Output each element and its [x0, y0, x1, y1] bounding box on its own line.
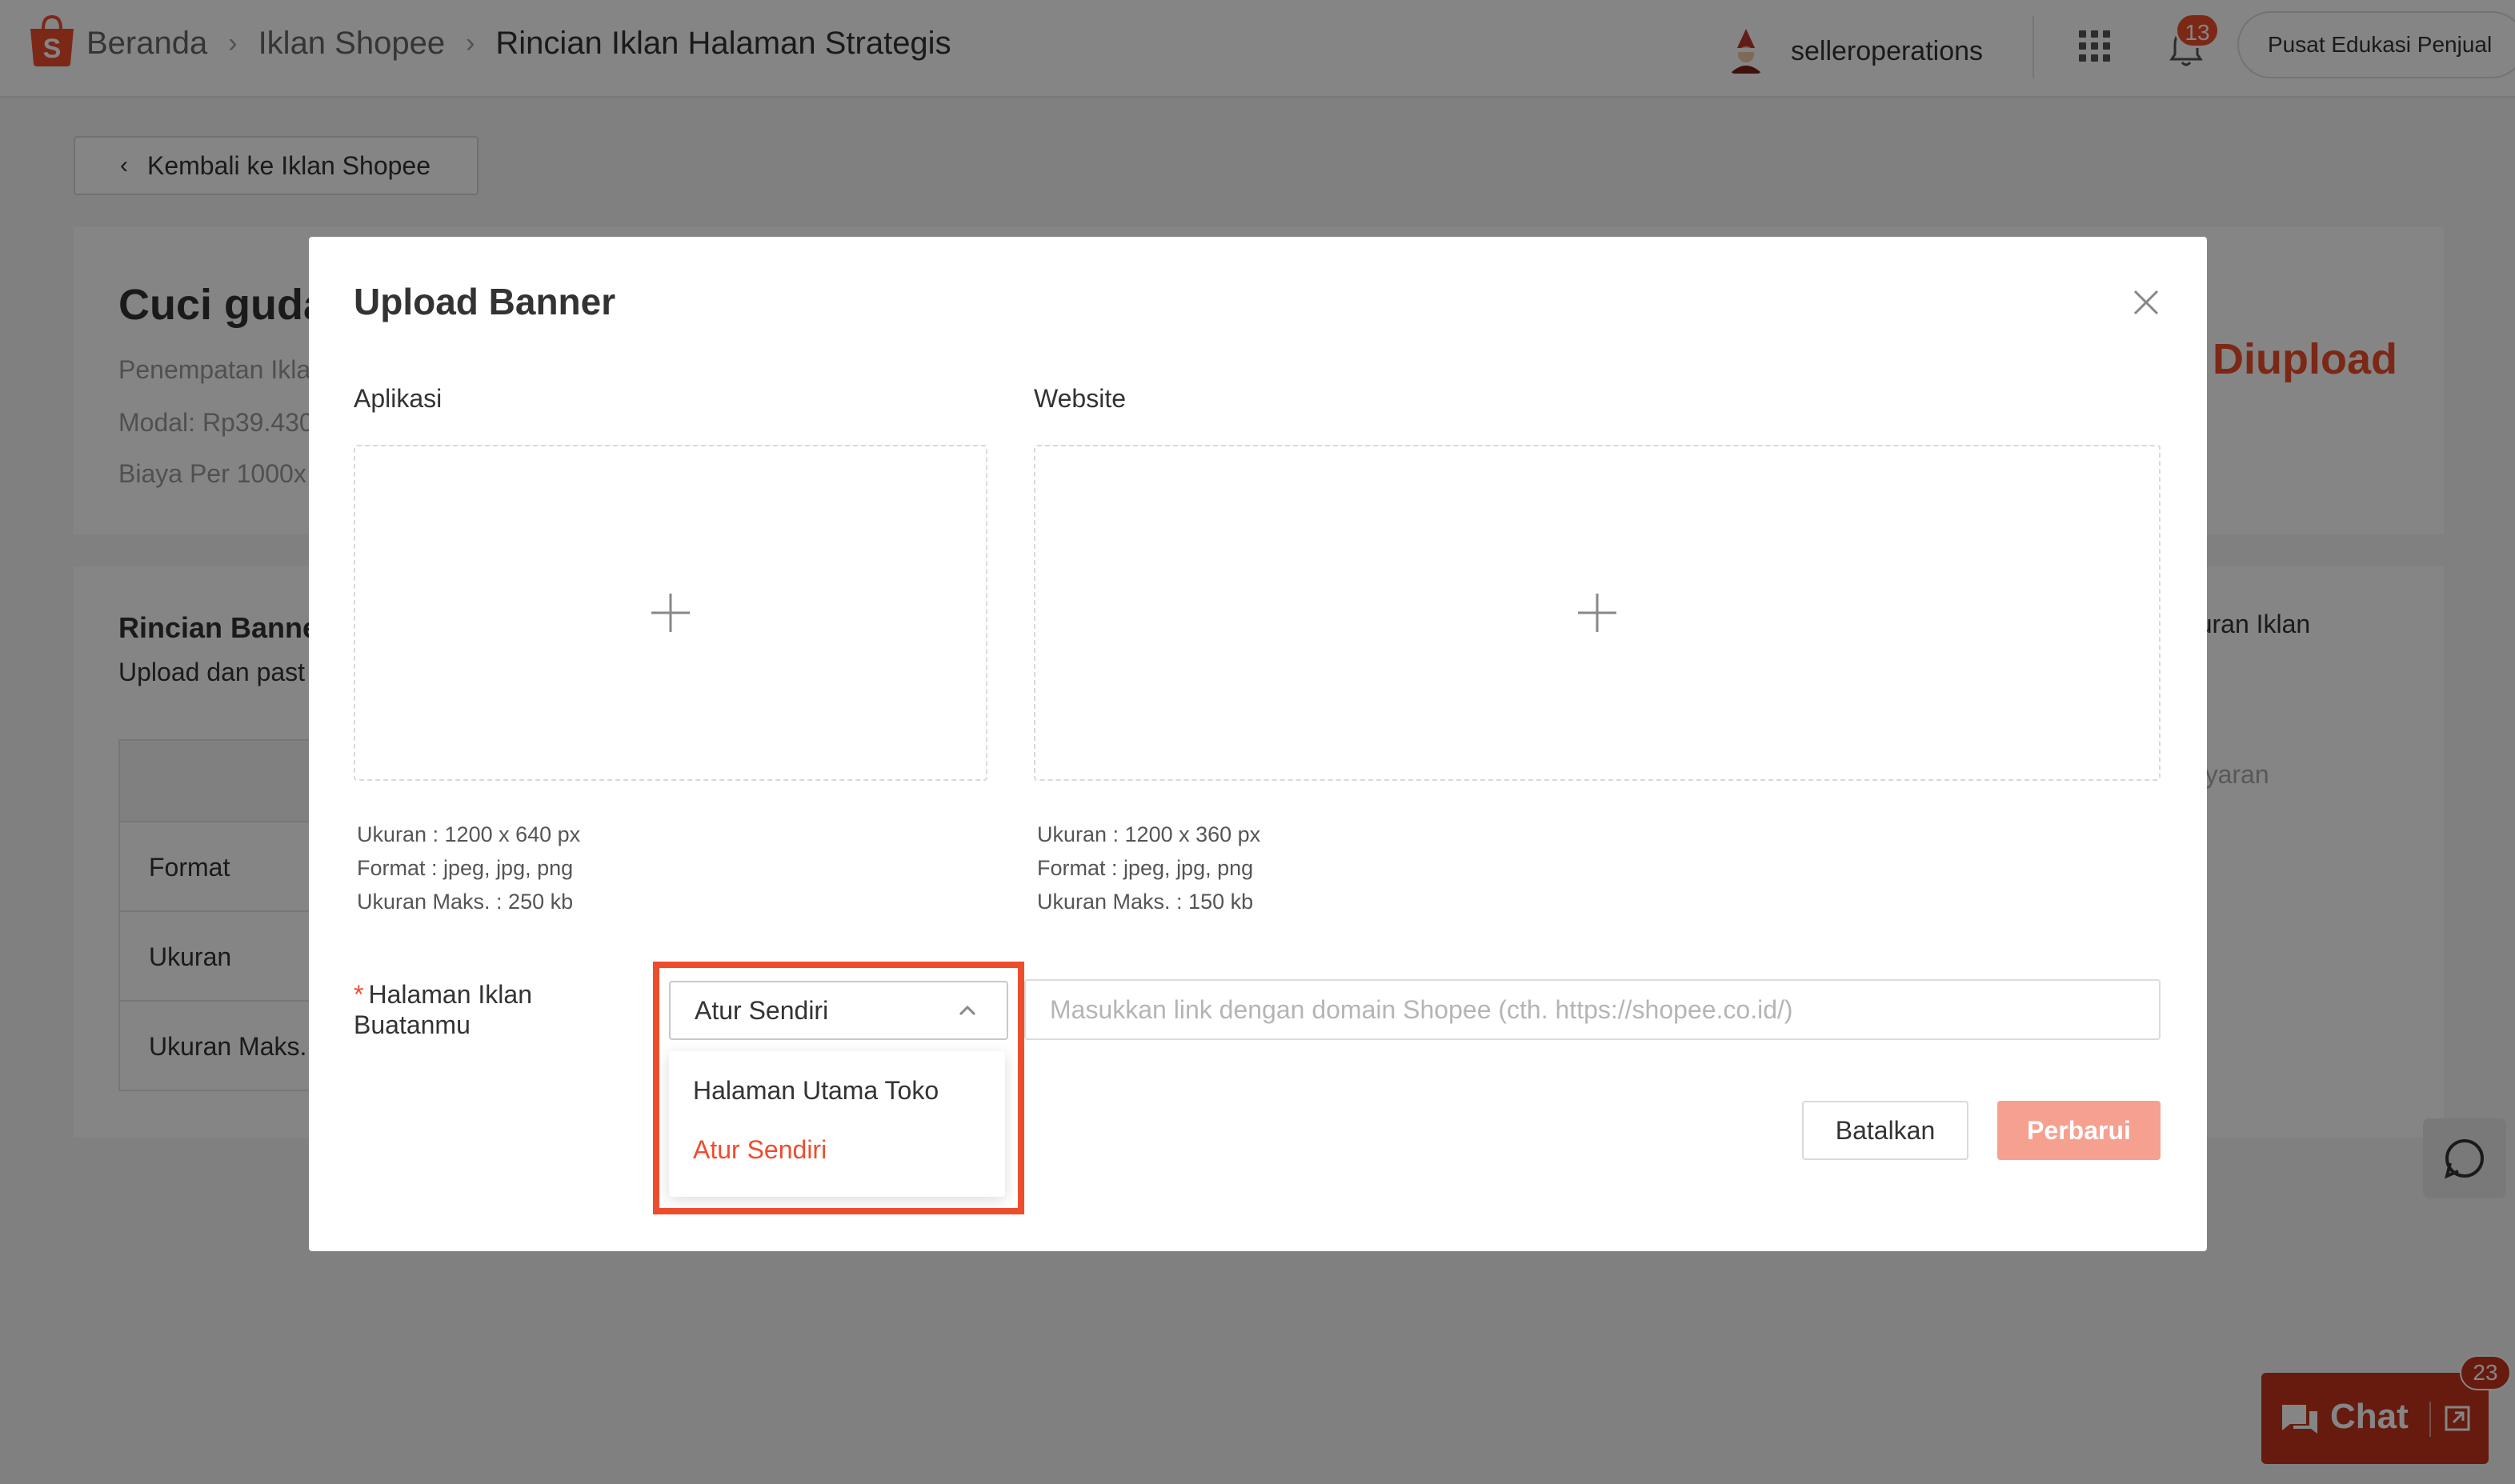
plus-icon: [651, 594, 690, 632]
web-format-spec: Format : jpeg, jpg, png: [1037, 856, 1254, 880]
web-banner-dropzone[interactable]: [1034, 445, 2161, 781]
app-upload-label: Aplikasi: [354, 384, 443, 413]
app-max-size-spec: Ukuran Maks. : 250 kb: [357, 890, 574, 914]
close-icon[interactable]: [2130, 286, 2162, 318]
web-banner-specs: Ukuran : 1200 x 360 px Format : jpeg, jp…: [1037, 818, 1260, 918]
update-button[interactable]: Perbarui: [1997, 1101, 2161, 1160]
app-format-spec: Format : jpeg, jpg, png: [357, 856, 574, 880]
landing-page-label-text: Halaman Iklan Buatanmu: [354, 980, 532, 1039]
cancel-button[interactable]: Batalkan: [1802, 1101, 1968, 1160]
upload-banner-modal: Upload Banner Aplikasi Ukuran : 1200 x 6…: [309, 237, 2207, 1251]
web-max-size-spec: Ukuran Maks. : 150 kb: [1037, 890, 1254, 914]
web-size-spec: Ukuran : 1200 x 360 px: [1037, 822, 1261, 846]
modal-title: Upload Banner: [354, 281, 616, 322]
highlight-box: [653, 962, 1024, 1214]
web-upload-label: Website: [1034, 384, 1127, 413]
app-banner-specs: Ukuran : 1200 x 640 px Format : jpeg, jp…: [357, 818, 580, 918]
required-asterisk: *: [354, 980, 364, 1009]
plus-icon: [1578, 594, 1616, 632]
landing-page-link-input[interactable]: [1024, 979, 2161, 1040]
app-banner-dropzone[interactable]: [354, 445, 987, 781]
app-size-spec: Ukuran : 1200 x 640 px: [357, 822, 581, 846]
landing-page-label: * Halaman Iklan Buatanmu: [354, 979, 594, 1040]
